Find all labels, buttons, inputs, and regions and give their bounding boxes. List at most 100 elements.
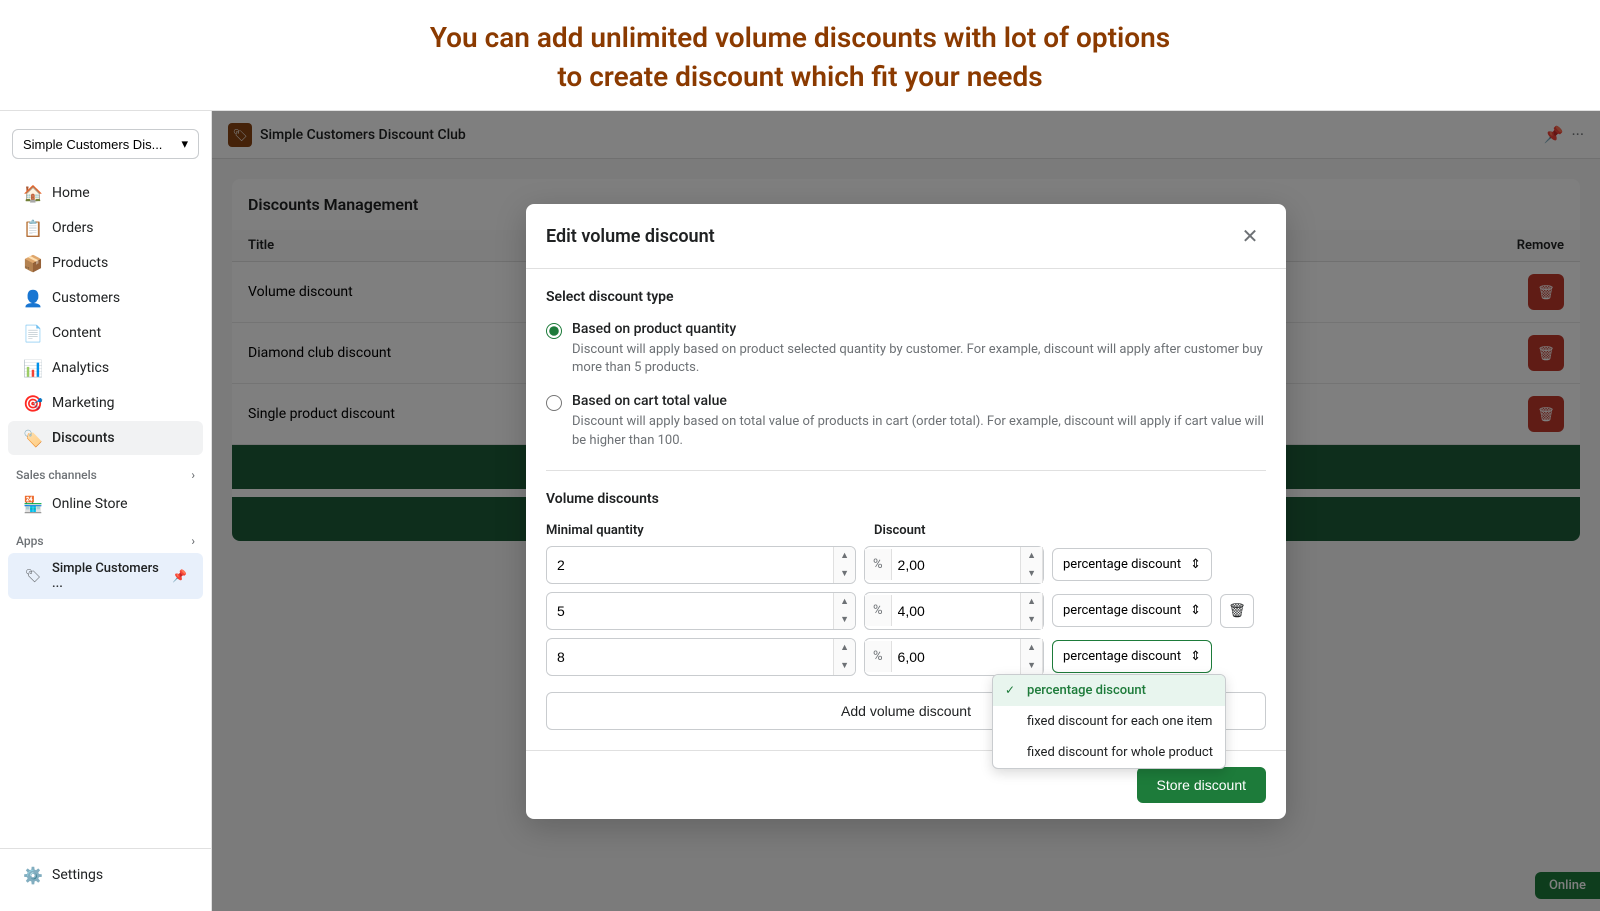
vol-row-1: ▲ ▼ % ▲ ▼ xyxy=(546,546,1266,584)
products-icon: 📦 xyxy=(24,254,42,272)
disc-spin-down-2[interactable]: ▼ xyxy=(1021,611,1042,629)
dropdown-option-percentage[interactable]: ✓ percentage discount xyxy=(993,675,1225,706)
marketing-icon: 🎯 xyxy=(24,394,42,412)
type-select-3[interactable]: percentage discount ⇕ xyxy=(1052,640,1212,673)
app-icon: 🏷 xyxy=(24,567,42,585)
discount-val-2[interactable] xyxy=(892,593,1021,629)
sidebar-item-orders[interactable]: 📋 Orders xyxy=(8,211,203,245)
sidebar-item-analytics-label: Analytics xyxy=(52,360,109,376)
modal-close-button[interactable]: ✕ xyxy=(1234,220,1266,252)
sidebar-item-content-label: Content xyxy=(52,325,101,341)
sidebar-item-discounts[interactable]: 🏷️ Discounts xyxy=(8,421,203,455)
edit-volume-discount-modal: Edit volume discount ✕ Select discount t… xyxy=(526,204,1286,819)
dropdown-option-percentage-label: percentage discount xyxy=(1027,683,1146,698)
sidebar-item-orders-label: Orders xyxy=(52,220,94,236)
check-icon: ✓ xyxy=(1005,683,1019,697)
discount-val-1[interactable] xyxy=(892,547,1021,583)
modal-body: Select discount type Based on product qu… xyxy=(526,269,1286,750)
sidebar-item-content[interactable]: 📄 Content xyxy=(8,316,203,350)
discount-input-group-3: % ▲ ▼ xyxy=(864,638,1044,676)
sidebar-item-marketing[interactable]: 🎯 Marketing xyxy=(8,386,203,420)
section-divider xyxy=(546,470,1266,471)
sidebar-nav: 🏠 Home 📋 Orders 📦 Products 👤 Customers 📄… xyxy=(0,175,211,848)
sidebar-item-analytics[interactable]: 📊 Analytics xyxy=(8,351,203,385)
modal-title: Edit volume discount xyxy=(546,226,715,247)
apps-section: Apps › xyxy=(0,522,211,552)
disc-spin-up-3[interactable]: ▲ xyxy=(1021,639,1042,657)
store-selector-label: Simple Customers Dis... xyxy=(23,137,162,152)
orders-icon: 📋 xyxy=(24,219,42,237)
store-discount-button[interactable]: Store discount xyxy=(1137,767,1267,803)
qty-input-3[interactable] xyxy=(547,641,833,673)
disc-spin-up-2[interactable]: ▲ xyxy=(1021,593,1042,611)
analytics-icon: 📊 xyxy=(24,359,42,377)
vol-col-headers: Minimal quantity Discount xyxy=(546,523,1266,538)
store-selector-button[interactable]: Simple Customers Dis... ▾ xyxy=(12,129,199,159)
qty-spin-down-2[interactable]: ▼ xyxy=(834,611,855,629)
sidebar-item-settings[interactable]: ⚙️ Settings xyxy=(8,858,203,892)
disc-spin-up-1[interactable]: ▲ xyxy=(1021,547,1042,565)
settings-icon: ⚙️ xyxy=(24,866,42,884)
dropdown-option-fixed-whole-label: fixed discount for whole product xyxy=(1027,745,1213,760)
radio-product-qty[interactable] xyxy=(546,323,562,339)
sidebar-item-app[interactable]: 🏷 Simple Customers ... 📌 xyxy=(8,553,203,599)
pct-prefix-3: % xyxy=(865,641,892,672)
qty-spin-up-1[interactable]: ▲ xyxy=(834,547,855,565)
discount-input-group-1: % ▲ ▼ xyxy=(864,546,1044,584)
qty-spin-down-1[interactable]: ▼ xyxy=(834,565,855,583)
sidebar-item-online-store[interactable]: 🏪 Online Store xyxy=(8,487,203,521)
discount-type-section-title: Select discount type xyxy=(546,289,1266,305)
discount-val-3[interactable] xyxy=(892,639,1021,675)
radio-cart-total[interactable] xyxy=(546,395,562,411)
sidebar-app-label: Simple Customers ... xyxy=(52,561,162,591)
dropdown-option-fixed-whole[interactable]: fixed discount for whole product xyxy=(993,737,1225,768)
type-select-1[interactable]: percentage discount ⇕ xyxy=(1052,548,1212,581)
content-icon: 📄 xyxy=(24,324,42,342)
modal-overlay: Edit volume discount ✕ Select discount t… xyxy=(212,111,1600,911)
sidebar-item-marketing-label: Marketing xyxy=(52,395,115,411)
sidebar-bottom: ⚙️ Settings xyxy=(0,848,211,901)
radio-cart-label: Based on cart total value xyxy=(572,393,1266,409)
pct-prefix-2: % xyxy=(865,595,892,626)
type-select-2-arrow: ⇕ xyxy=(1190,603,1201,618)
chevron-right-icon-apps: › xyxy=(191,534,195,548)
sidebar-item-discounts-label: Discounts xyxy=(52,430,115,446)
sidebar-item-products-label: Products xyxy=(52,255,108,271)
disc-spinners-2: ▲ ▼ xyxy=(1020,593,1042,629)
disc-spinners-3: ▲ ▼ xyxy=(1020,639,1042,675)
discount-type-dropdown: ✓ percentage discount fixed discount for… xyxy=(992,674,1226,769)
main-content: 🏷 Simple Customers Discount Club 📌 ··· D… xyxy=(212,111,1600,911)
disc-spin-down-1[interactable]: ▼ xyxy=(1021,565,1042,583)
top-banner: You can add unlimited volume discounts w… xyxy=(0,0,1600,111)
radio-qty-desc: Discount will apply based on product sel… xyxy=(572,341,1266,377)
qty-spin-up-3[interactable]: ▲ xyxy=(834,639,855,657)
modal-header: Edit volume discount ✕ xyxy=(526,204,1286,269)
chevron-down-icon: ▾ xyxy=(181,136,188,152)
radio-option-cart: Based on cart total value Discount will … xyxy=(546,393,1266,449)
sidebar-item-products[interactable]: 📦 Products xyxy=(8,246,203,280)
volume-discounts-title: Volume discounts xyxy=(546,491,1266,507)
type-select-3-arrow: ⇕ xyxy=(1190,649,1201,664)
qty-spin-down-3[interactable]: ▼ xyxy=(834,657,855,675)
dropdown-option-fixed-each-label: fixed discount for each one item xyxy=(1027,714,1212,729)
qty-input-2[interactable] xyxy=(547,595,833,627)
discount-col-header: Discount xyxy=(874,523,1266,538)
type-select-3-label: percentage discount xyxy=(1063,649,1181,664)
sidebar-item-home[interactable]: 🏠 Home xyxy=(8,176,203,210)
delete-row-2-btn[interactable]: 🗑 xyxy=(1220,594,1254,628)
qty-spin-up-2[interactable]: ▲ xyxy=(834,593,855,611)
sidebar-item-home-label: Home xyxy=(52,185,90,201)
type-select-1-label: percentage discount xyxy=(1063,557,1181,572)
qty-input-wrap-2: ▲ ▼ xyxy=(546,592,856,630)
disc-spinners-1: ▲ ▼ xyxy=(1020,547,1042,583)
qty-spinners-1: ▲ ▼ xyxy=(833,547,855,583)
qty-input-wrap-3: ▲ ▼ xyxy=(546,638,856,676)
disc-spin-down-3[interactable]: ▼ xyxy=(1021,657,1042,675)
sidebar-item-customers[interactable]: 👤 Customers xyxy=(8,281,203,315)
chevron-right-icon: › xyxy=(191,468,195,482)
qty-spinners-3: ▲ ▼ xyxy=(833,639,855,675)
qty-input-1[interactable] xyxy=(547,549,833,581)
store-selector-area: Simple Customers Dis... ▾ xyxy=(0,121,211,167)
type-select-2[interactable]: percentage discount ⇕ xyxy=(1052,594,1212,627)
dropdown-option-fixed-each[interactable]: fixed discount for each one item xyxy=(993,706,1225,737)
